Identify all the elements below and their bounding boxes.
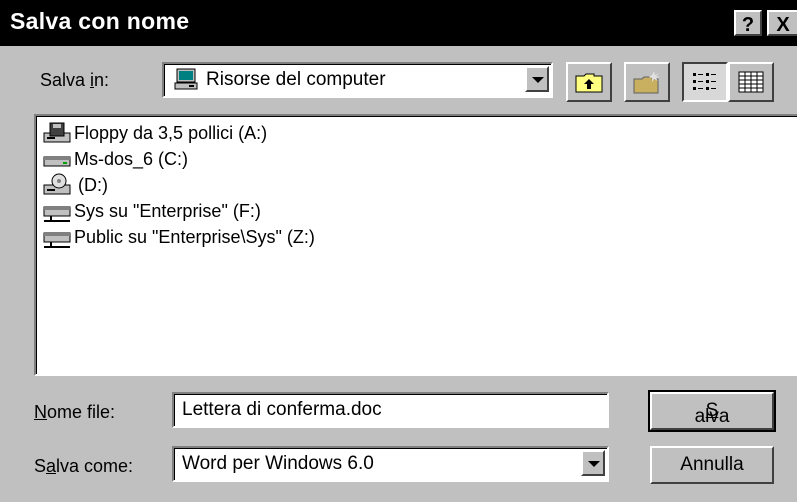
- hard-drive-icon: [42, 147, 72, 171]
- save-in-dropdown-arrow[interactable]: [525, 66, 549, 92]
- list-item[interactable]: Floppy da 3,5 pollici (A:): [42, 120, 267, 146]
- file-list[interactable]: Floppy da 3,5 pollici (A:) Ms-dos_6 (C:): [34, 114, 797, 376]
- list-item[interactable]: Public su "Enterprise\Sys" (Z:): [42, 224, 315, 250]
- list-view-button[interactable]: [682, 62, 728, 102]
- save-as-dialog: Salva con nome ? X Salva in: Risorse del…: [0, 0, 797, 502]
- list-item-label: (D:): [78, 174, 108, 195]
- cd-drive-icon: [42, 173, 72, 197]
- filename-input[interactable]: Lettera di conferma.doc: [172, 392, 609, 428]
- up-one-level-button[interactable]: [566, 62, 612, 102]
- cancel-button-label: Annulla: [680, 454, 744, 475]
- list-item[interactable]: Sys su "Enterprise" (F:): [42, 198, 261, 224]
- help-button[interactable]: ?: [734, 10, 762, 36]
- details-view-button[interactable]: [728, 62, 774, 102]
- list-item-label: Public su "Enterprise\Sys" (Z:): [74, 226, 315, 247]
- list-item[interactable]: (D:): [42, 172, 108, 198]
- floppy-drive-icon: [42, 121, 72, 145]
- new-folder-button[interactable]: [624, 62, 670, 102]
- save-in-label: Salva in:: [40, 70, 110, 90]
- filename-value: Lettera di conferma.doc: [182, 399, 382, 420]
- list-item-label: Ms-dos_6 (C:): [74, 148, 189, 169]
- cancel-button[interactable]: Annulla: [650, 446, 774, 484]
- close-button[interactable]: X: [767, 10, 797, 36]
- save-as-type-dropdown-arrow[interactable]: [581, 450, 605, 476]
- save-as-type-label: Salva come:: [34, 456, 134, 476]
- list-item-label: Floppy da 3,5 pollici (A:): [74, 122, 268, 143]
- save-as-type-value: Word per Windows 6.0: [182, 453, 374, 474]
- list-item[interactable]: Ms-dos_6 (C:): [42, 146, 188, 172]
- save-in-value: Risorse del computer: [206, 69, 386, 90]
- title-bar[interactable]: Salva con nome ? X: [0, 0, 797, 46]
- list-item-label: Sys su "Enterprise" (F:): [74, 200, 261, 221]
- network-drive-icon: [42, 225, 72, 249]
- computer-icon: [174, 68, 200, 97]
- dialog-title: Salva con nome: [10, 8, 190, 34]
- save-as-type-dropdown[interactable]: Word per Windows 6.0: [172, 446, 609, 482]
- save-in-dropdown[interactable]: Risorse del computer: [162, 62, 553, 98]
- network-drive-icon: [42, 199, 72, 223]
- filename-label: Nome file:: [34, 402, 116, 422]
- save-button[interactable]: Salva: [648, 390, 776, 432]
- save-button-label: Salva: [694, 400, 730, 427]
